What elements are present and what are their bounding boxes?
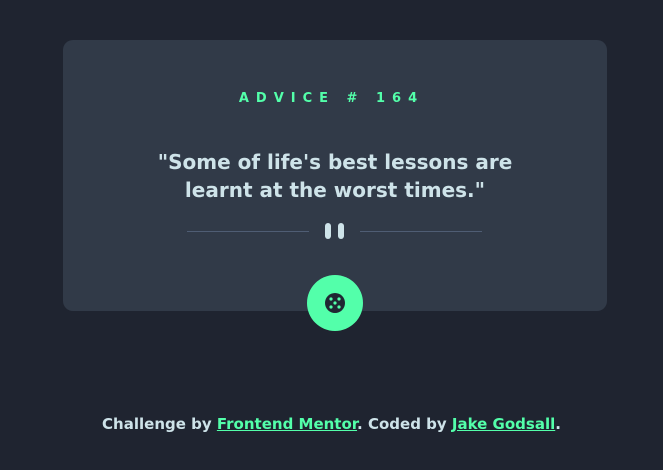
divider-line-left <box>187 231 309 232</box>
attribution-middle: . Coded by <box>357 415 452 433</box>
new-advice-button[interactable] <box>307 275 363 331</box>
pattern-divider <box>187 222 482 240</box>
pause-bar-right <box>338 223 344 239</box>
advice-number: ADVICE # 164 <box>238 91 425 106</box>
dice-icon <box>325 293 345 313</box>
pause-bar-left <box>325 223 331 239</box>
attribution: Challenge by Frontend Mentor. Coded by J… <box>0 414 663 434</box>
attribution-prefix: Challenge by <box>102 415 217 433</box>
divider-line-right <box>360 231 482 232</box>
frontend-mentor-link[interactable]: Frontend Mentor <box>217 415 357 433</box>
attribution-suffix: . <box>555 415 561 433</box>
author-link[interactable]: Jake Godsall <box>452 415 555 433</box>
advice-quote: "Some of life's best lessons are learnt … <box>157 150 513 202</box>
